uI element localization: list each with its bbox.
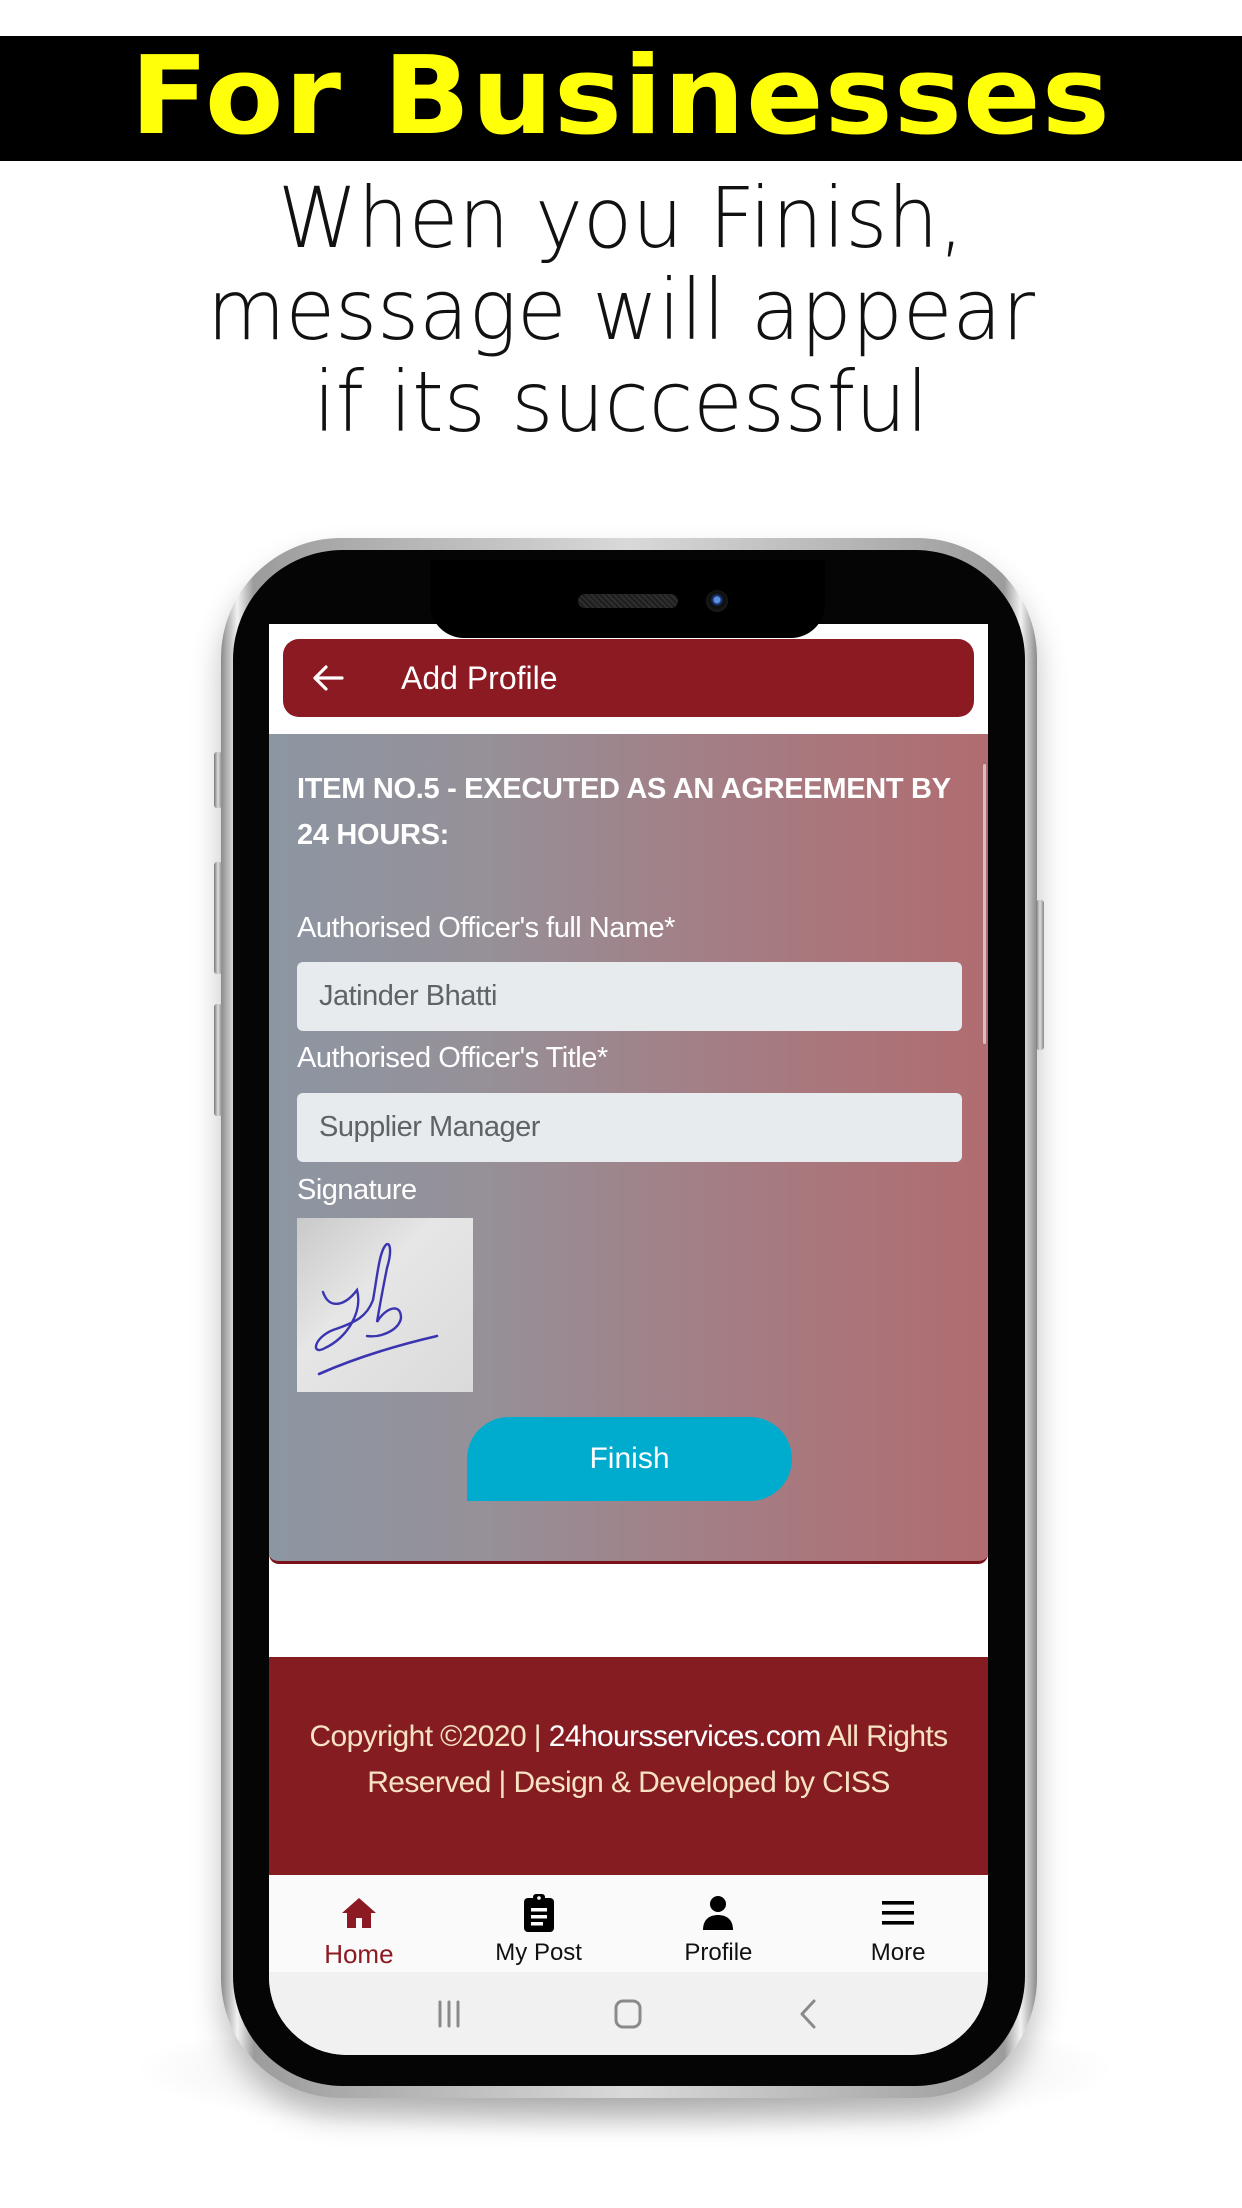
signature-label: Signature [297, 1174, 417, 1206]
agreement-form: ITEM NO.5 - EXECUTED AS AN AGREEMENT BY … [269, 734, 988, 1564]
recent-apps-icon [438, 2000, 460, 2027]
subtitle-line: When you Finish, [277, 169, 965, 267]
bottom-nav: Home My Post Profile More [269, 1875, 988, 1972]
phone-side-button [214, 752, 222, 808]
app-header: Add Profile [283, 639, 974, 717]
subtitle-line: if its successful [313, 353, 929, 451]
site-link[interactable]: 24hoursservices.com [549, 1720, 822, 1753]
full-name-input[interactable] [297, 962, 962, 1031]
subtitle-line: message will appear [206, 261, 1036, 359]
phone-side-button [214, 862, 222, 974]
copyright-prefix: Copyright ©2020 | [309, 1720, 549, 1753]
system-back-button[interactable] [778, 1984, 838, 2044]
copyright-text: Copyright ©2020 | 24hoursservices.com Al… [299, 1714, 959, 1806]
finish-button[interactable]: Finish [467, 1417, 792, 1501]
home-icon [339, 1893, 379, 1933]
signature-image[interactable] [297, 1218, 473, 1392]
clipboard-icon [519, 1893, 559, 1933]
title-input[interactable] [297, 1093, 962, 1162]
form-heading: ITEM NO.5 - EXECUTED AS AN AGREEMENT BY … [297, 773, 951, 851]
system-nav-bar [269, 1972, 988, 2055]
phone-side-button [214, 1004, 222, 1116]
recent-apps-button[interactable] [419, 1984, 479, 2044]
promo-subtitle: When you Finish, message will appear if … [0, 172, 1242, 448]
phone-side-button [1036, 900, 1044, 1050]
front-camera [706, 590, 728, 612]
nav-item-my-post[interactable]: My Post [449, 1875, 629, 1972]
back-chevron-icon [800, 1999, 816, 2028]
promo-banner: For Businesses [0, 36, 1242, 161]
signature-scribble [314, 1242, 439, 1376]
earpiece-speaker [578, 594, 678, 608]
page-title: Add Profile [401, 659, 558, 696]
nav-item-more[interactable]: More [808, 1875, 988, 1972]
phone-screen: Add Profile ITEM NO.5 - EXECUTED AS AN A… [269, 624, 988, 2055]
full-name-label: Authorised Officer's full Name* [297, 912, 675, 944]
home-circle-icon [614, 1999, 642, 2028]
title-label: Authorised Officer's Title* [297, 1042, 608, 1074]
nav-label: My Post [495, 1939, 582, 1966]
site-footer: Copyright ©2020 | 24hoursservices.com Al… [269, 1657, 988, 1875]
banner-title: For Businesses [130, 33, 1112, 159]
nav-item-home[interactable]: Home [269, 1875, 449, 1972]
nav-label: More [870, 1939, 926, 1966]
nav-item-profile[interactable]: Profile [629, 1875, 809, 1972]
arrow-left-icon [313, 665, 344, 691]
menu-icon [878, 1893, 918, 1933]
nav-label: Profile [684, 1939, 753, 1966]
back-button[interactable] [293, 639, 363, 717]
person-icon [698, 1893, 738, 1933]
nav-label: Home [324, 1939, 394, 1969]
scrollbar[interactable] [983, 764, 986, 1044]
system-home-button[interactable] [598, 1984, 658, 2044]
